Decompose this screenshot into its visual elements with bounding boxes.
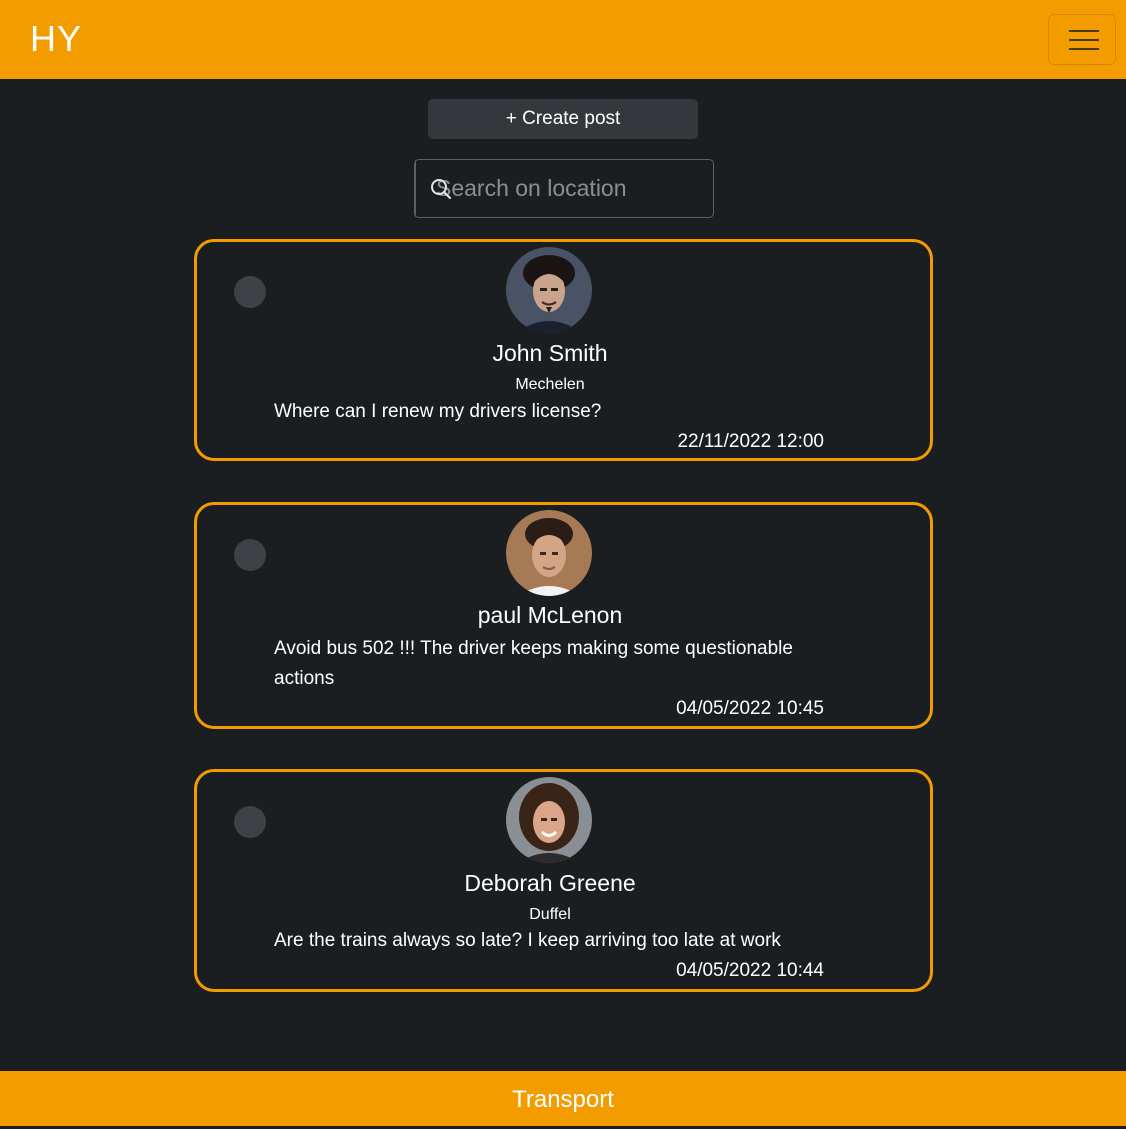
post-card[interactable]: John Smith Mechelen Where can I renew my…: [194, 239, 933, 461]
post-timestamp: 04/05/2022 10:45: [676, 698, 824, 719]
location-search: [414, 159, 732, 218]
post-location: Duffel: [529, 906, 571, 923]
footer: Transport: [0, 1071, 1126, 1126]
footer-label: Transport: [512, 1086, 614, 1113]
search-input[interactable]: [416, 160, 732, 217]
post-message: Where can I renew my drivers license?: [274, 401, 602, 422]
post-author[interactable]: Deborah Greene: [197, 869, 903, 897]
post-card[interactable]: Deborah Greene Duffel Are the trains alw…: [194, 769, 933, 992]
post-author[interactable]: John Smith: [197, 339, 903, 367]
post-message: Are the trains always so late? I keep ar…: [274, 930, 781, 951]
avatar: [506, 510, 592, 596]
brand-logo[interactable]: HY: [30, 18, 82, 60]
post-timestamp: 22/11/2022 12:00: [677, 431, 824, 452]
post-location: Mechelen: [515, 376, 585, 393]
status-indicator[interactable]: [234, 276, 266, 308]
search-icon: [431, 179, 451, 199]
post-message: Avoid bus 502 !!! The driver keeps makin…: [274, 638, 793, 689]
create-post-button[interactable]: + Create post: [428, 99, 698, 139]
status-indicator[interactable]: [234, 539, 266, 571]
post-author[interactable]: paul McLenon: [197, 601, 903, 629]
post-timestamp: 04/05/2022 10:44: [676, 960, 824, 981]
top-navbar: HY: [0, 0, 1126, 79]
avatar: [506, 777, 592, 863]
status-indicator[interactable]: [234, 806, 266, 838]
menu-toggle-button[interactable]: [1048, 14, 1116, 65]
post-card[interactable]: paul McLenon Avoid bus 502 !!! The drive…: [194, 502, 933, 729]
search-icon-addon: [415, 160, 451, 217]
avatar: [506, 247, 592, 333]
